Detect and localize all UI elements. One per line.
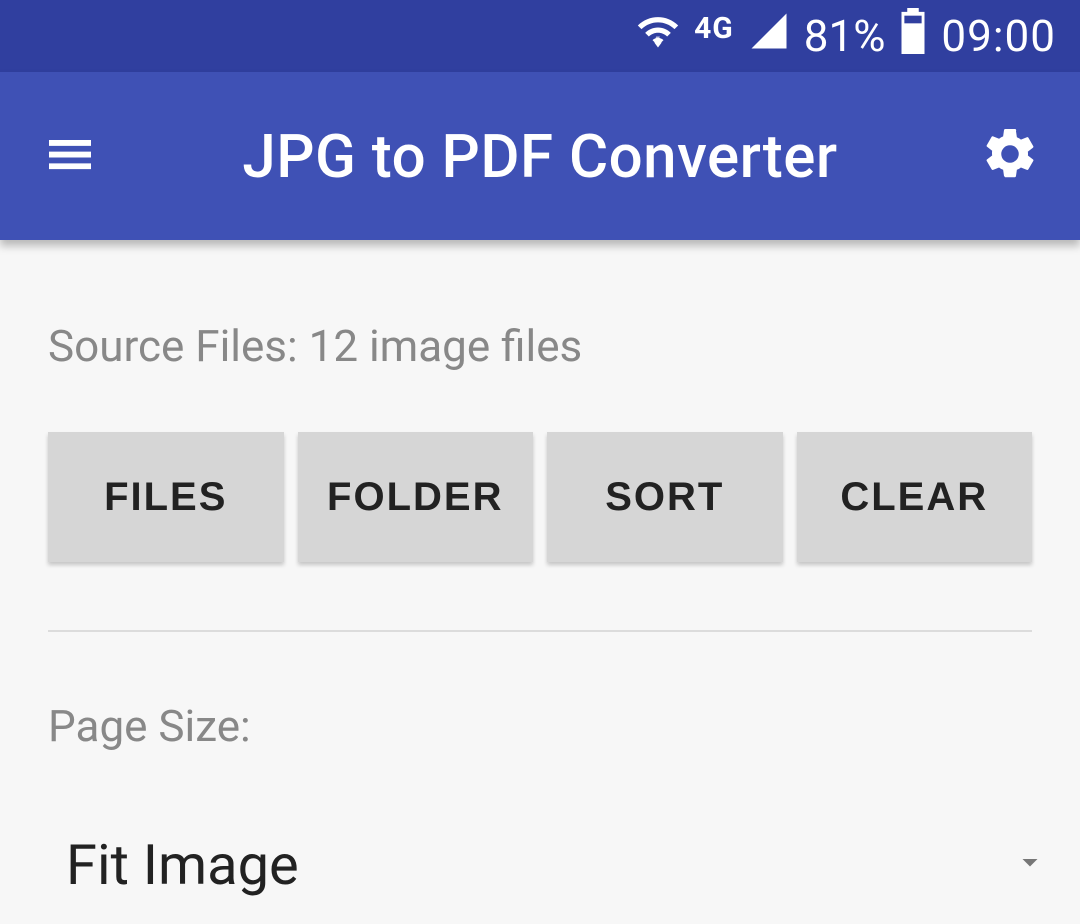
battery-percent: 81% xyxy=(804,10,886,62)
sort-button[interactable]: SORT xyxy=(547,432,783,562)
settings-button[interactable] xyxy=(980,126,1040,186)
page-size-dropdown[interactable]: Fit Image xyxy=(60,832,928,924)
chevron-down-icon xyxy=(1012,844,1048,884)
clear-button[interactable]: CLEAR xyxy=(797,432,1033,562)
folder-button[interactable]: FOLDER xyxy=(298,432,534,562)
battery-icon xyxy=(899,8,927,65)
content-area: Source Files: 12 image files FILES FOLDE… xyxy=(0,240,1080,924)
source-files-label: Source Files: 12 image files xyxy=(48,320,1032,372)
divider xyxy=(48,630,1032,632)
action-button-row: FILES FOLDER SORT CLEAR xyxy=(48,432,1032,562)
page-size-value: Fit Image xyxy=(66,832,910,898)
hamburger-icon xyxy=(42,126,98,186)
files-button[interactable]: FILES xyxy=(48,432,284,562)
app-title: JPG to PDF Converter xyxy=(100,121,980,192)
app-bar: JPG to PDF Converter xyxy=(0,72,1080,240)
signal-icon xyxy=(748,10,790,63)
wifi-icon xyxy=(636,9,680,64)
gear-icon xyxy=(980,124,1040,188)
page-size-label: Page Size: xyxy=(48,700,1032,752)
network-type-label: 4G xyxy=(694,11,734,46)
clock: 09:00 xyxy=(941,10,1056,62)
status-bar: 4G 81% 09:00 xyxy=(0,0,1080,72)
menu-button[interactable] xyxy=(40,126,100,186)
